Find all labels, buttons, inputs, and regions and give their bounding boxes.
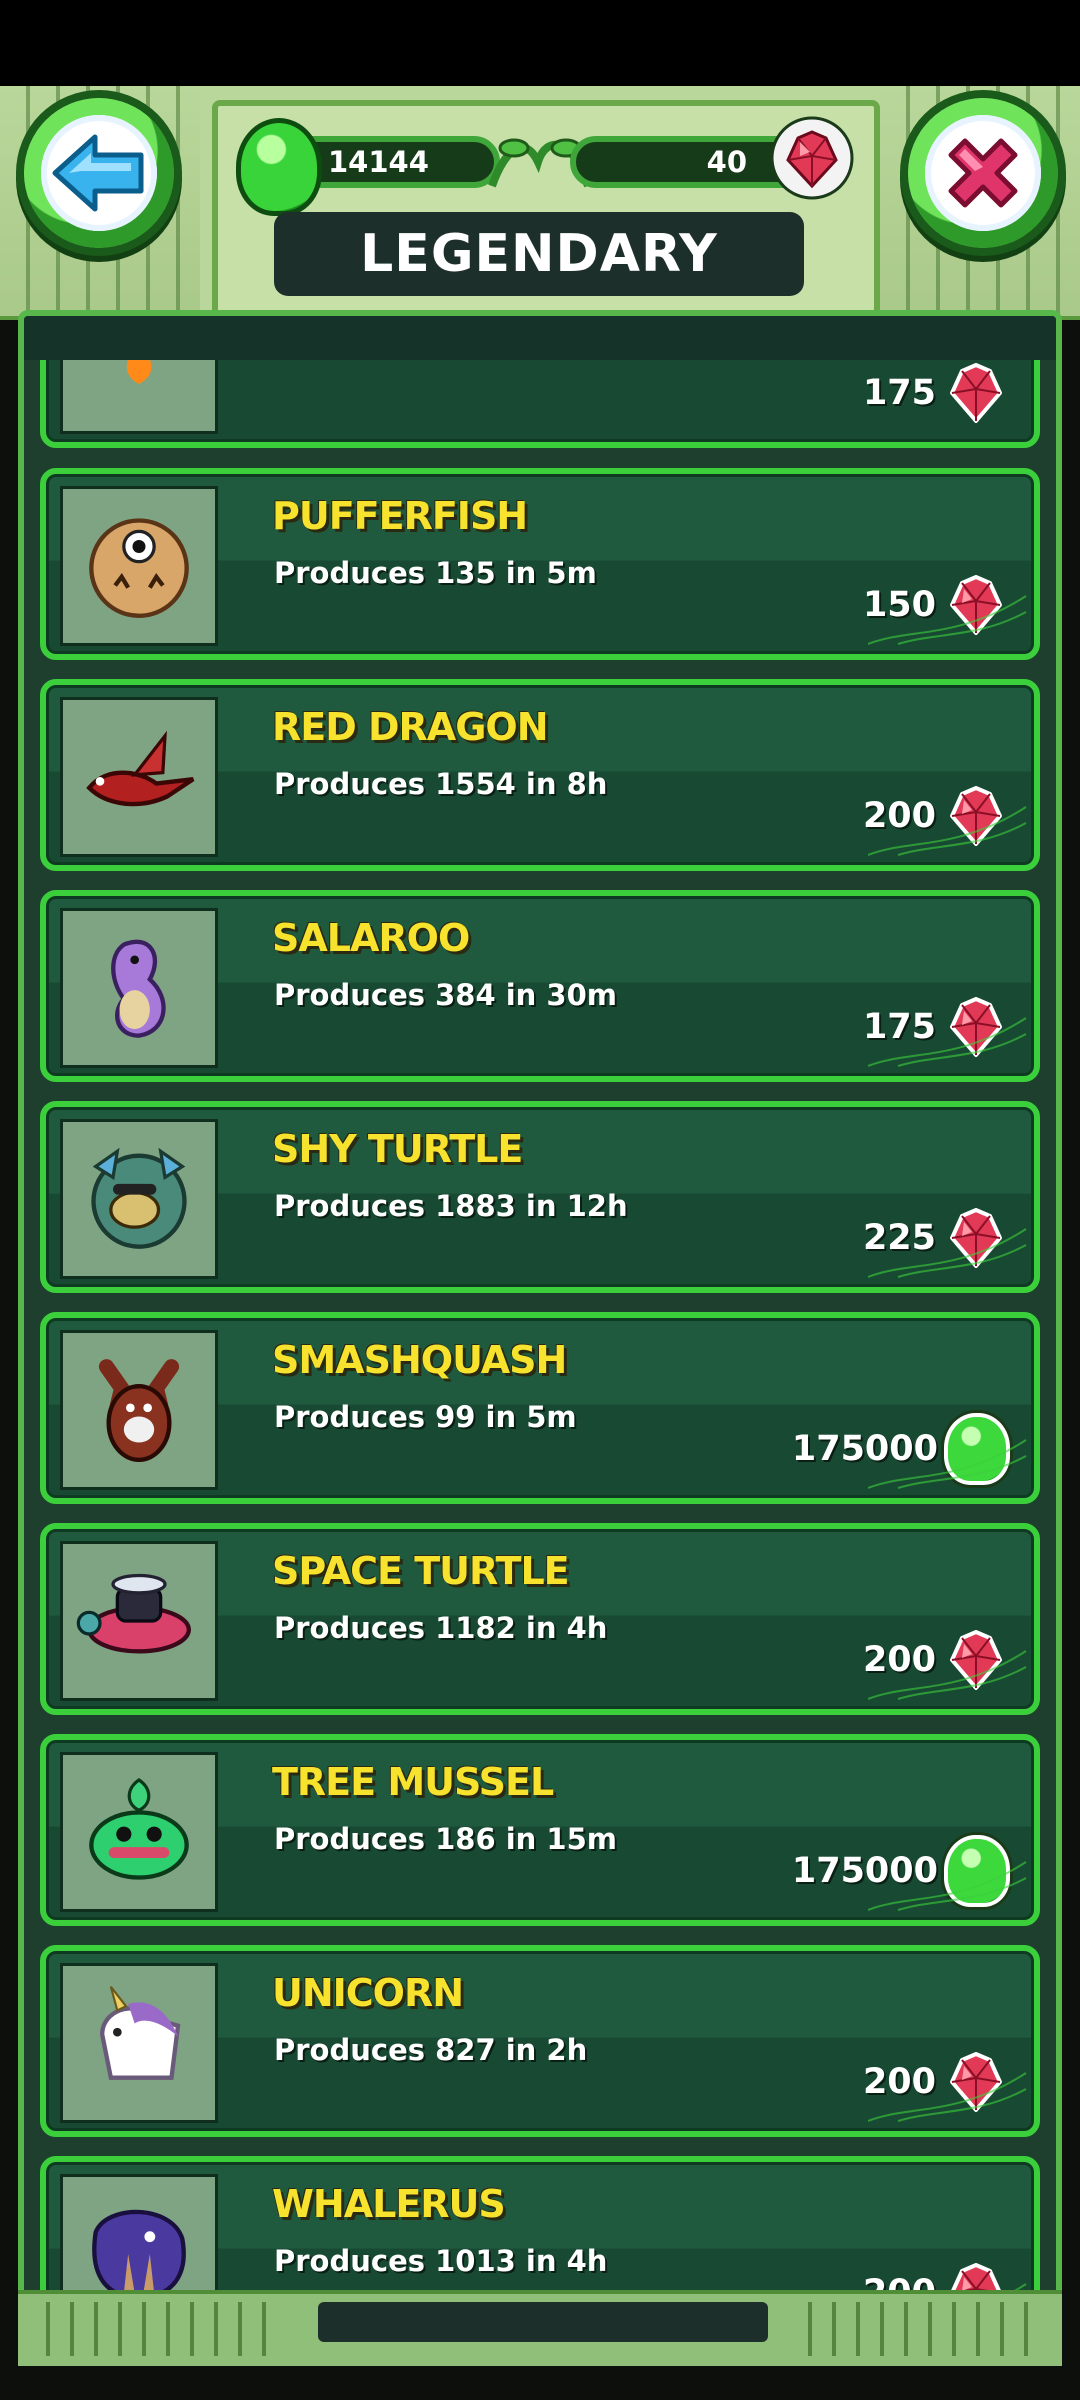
close-button[interactable] bbox=[908, 98, 1058, 248]
monster-card-red-dragon[interactable]: RED DRAGON Produces 1554 in 8h 200 bbox=[40, 679, 1040, 871]
monster-portrait bbox=[60, 908, 218, 1068]
monster-name: PUFFERFISH bbox=[272, 494, 528, 538]
monster-card-pufferfish[interactable]: PUFFERFISH Produces 135 in 5m 150 bbox=[40, 468, 1040, 660]
monster-portrait bbox=[60, 1752, 218, 1912]
monster-production: Produces 1554 in 8h bbox=[274, 767, 608, 801]
red-dragon-icon bbox=[86, 730, 195, 807]
monster-card-space-turtle[interactable]: SPACE TURTLE Produces 1182 in 4h 200 bbox=[40, 1523, 1040, 1715]
vine-decoration-icon bbox=[868, 2072, 1027, 2122]
gem-icon bbox=[770, 116, 854, 200]
monster-list[interactable]: 175 PUFFERFISH Produces 135 in 5m 150 RED D… bbox=[24, 360, 1056, 2320]
monster-production: Produces 1883 in 12h bbox=[274, 1189, 628, 1223]
monster-name: UNICORN bbox=[272, 1971, 464, 2015]
close-x-icon bbox=[948, 138, 1018, 208]
footer-pattern-left bbox=[26, 2302, 286, 2356]
monster-portrait bbox=[60, 360, 218, 434]
vine-decoration-icon bbox=[868, 1017, 1027, 1067]
tree-mussel-icon bbox=[89, 1778, 189, 1880]
monster-name: SPACE TURTLE bbox=[272, 1549, 570, 1593]
monster-portrait bbox=[60, 486, 218, 646]
monster-production: Produces 1182 in 4h bbox=[274, 1611, 608, 1645]
back-arrow-icon bbox=[52, 134, 144, 212]
food-icon bbox=[236, 118, 322, 216]
status-bar bbox=[0, 0, 1080, 86]
page-title: LEGENDARY bbox=[274, 212, 804, 296]
monster-portrait bbox=[60, 1119, 218, 1279]
gem-icon bbox=[950, 363, 1002, 423]
vine-decoration-icon bbox=[868, 1650, 1027, 1700]
monster-list-panel: 175 PUFFERFISH Produces 135 in 5m 150 RED D… bbox=[18, 310, 1062, 2330]
monster-name: TREE MUSSEL bbox=[272, 1760, 554, 1804]
footer-pattern-right bbox=[788, 2302, 1048, 2356]
salaroo-icon bbox=[111, 939, 166, 1038]
monster-card-partial[interactable]: 175 bbox=[40, 360, 1040, 448]
monster-production: Produces 384 in 30m bbox=[274, 978, 617, 1012]
shy-turtle-icon bbox=[91, 1147, 187, 1249]
vine-decoration-icon bbox=[868, 1228, 1027, 1278]
space-turtle-icon bbox=[76, 1573, 191, 1654]
list-top-strip bbox=[24, 316, 1056, 360]
monster-card-unicorn[interactable]: UNICORN Produces 827 in 2h 200 bbox=[40, 1945, 1040, 2137]
monster-card-smashquash[interactable]: SMASHQUASH Produces 99 in 5m 175000 bbox=[40, 1312, 1040, 1504]
vine-decoration-icon bbox=[868, 1439, 1027, 1489]
pufferfish-icon bbox=[89, 518, 189, 618]
monster-name: WHALERUS bbox=[272, 2182, 506, 2226]
monster-card-shy-turtle[interactable]: SHY TURTLE Produces 1883 in 12h 225 bbox=[40, 1101, 1040, 1293]
gem-count-value: 40 bbox=[706, 145, 747, 179]
smashquash-icon bbox=[98, 1359, 180, 1462]
monster-name: SALAROO bbox=[272, 916, 470, 960]
monster-portrait bbox=[60, 1330, 218, 1490]
monster-name: SMASHQUASH bbox=[272, 1338, 567, 1382]
back-button[interactable] bbox=[24, 98, 174, 248]
food-count-value: 14144 bbox=[328, 145, 429, 179]
price-value: 175 bbox=[862, 373, 936, 413]
monster-portrait bbox=[60, 1963, 218, 2123]
fire-creature-icon bbox=[127, 360, 152, 384]
monster-production: Produces 186 in 15m bbox=[274, 1822, 617, 1856]
vine-decoration-icon bbox=[868, 806, 1027, 856]
monster-name: RED DRAGON bbox=[272, 705, 549, 749]
vine-decoration-icon bbox=[868, 595, 1027, 645]
vine-decoration-icon bbox=[868, 1861, 1027, 1911]
monster-portrait bbox=[60, 1541, 218, 1701]
list-footer-ornament bbox=[18, 2290, 1062, 2366]
monster-production: Produces 827 in 2h bbox=[274, 2033, 588, 2067]
monster-portrait bbox=[60, 697, 218, 857]
monster-name: SHY TURTLE bbox=[272, 1127, 523, 1171]
monster-card-tree-mussel[interactable]: TREE MUSSEL Produces 186 in 15m 175000 bbox=[40, 1734, 1040, 1926]
monster-production: Produces 1013 in 4h bbox=[274, 2244, 608, 2278]
monster-card-salaroo[interactable]: SALAROO Produces 384 in 30m 175 bbox=[40, 890, 1040, 1082]
unicorn-icon bbox=[99, 1986, 181, 2080]
monster-production: Produces 135 in 5m bbox=[274, 556, 597, 590]
monster-production: Produces 99 in 5m bbox=[274, 1400, 577, 1434]
price-button[interactable]: 175 bbox=[863, 360, 1010, 428]
footer-plate bbox=[318, 2302, 768, 2342]
